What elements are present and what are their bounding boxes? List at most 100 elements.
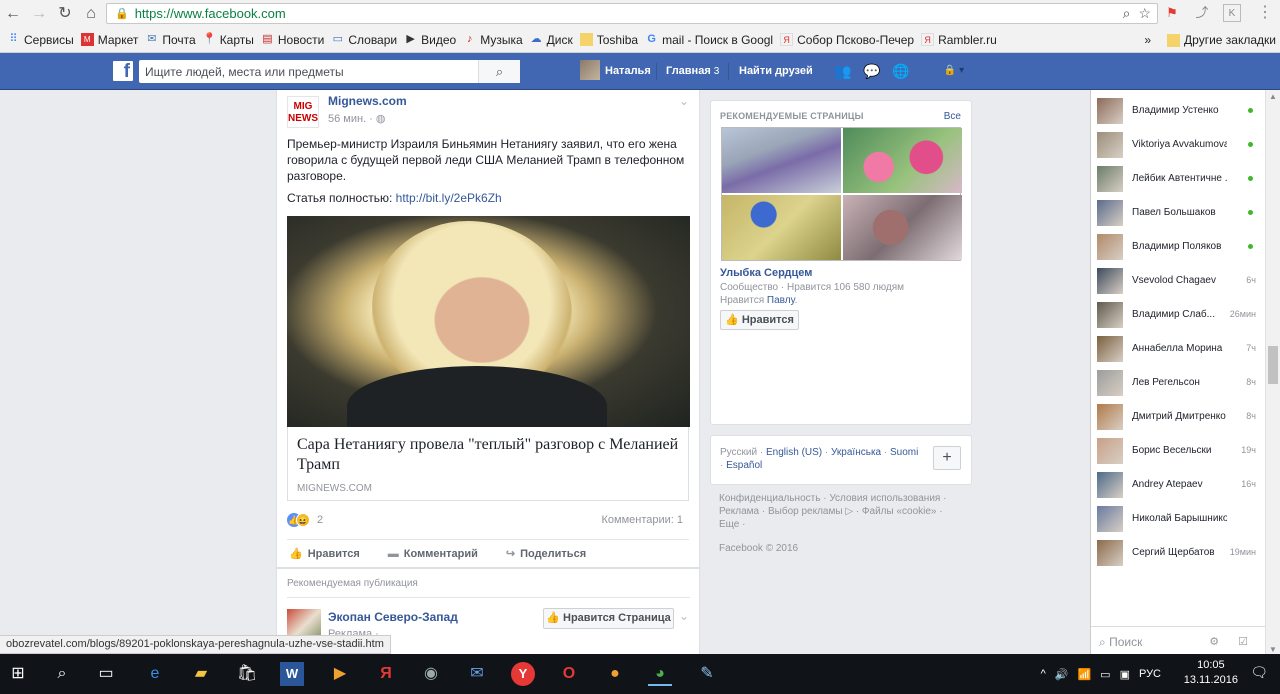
chat-contact[interactable]: Дмитрий Дмитренко 8ч [1091,400,1266,434]
page-photo[interactable] [722,195,841,260]
link-preview[interactable]: Сара Нетаниягу провела "теплый" разговор… [287,427,689,501]
notifications-globe-icon[interactable]: 🌐 [892,63,910,79]
battery-icon[interactable]: ▭ [1100,668,1110,681]
bookmark-music[interactable]: ♪ Музыка [463,33,523,47]
file-explorer-icon[interactable]: ▰ [189,662,213,686]
bookmark-video[interactable]: ▶ Видео [404,33,456,47]
search-icon[interactable]: ⌕ [50,662,74,686]
yandex-icon[interactable]: Y [511,662,535,686]
menu-icon[interactable]: ⋮ [1256,4,1274,22]
profile-link[interactable]: Наталья [580,53,651,90]
chat-settings-icon[interactable]: ⚙ ☑ [1209,635,1256,648]
find-friends-link[interactable]: Найти друзей [739,53,813,90]
bookmark-rambler[interactable]: Я Rambler.ru [921,33,997,47]
display-icon[interactable]: ▣ [1120,668,1130,681]
chat-contact[interactable]: Павел Большаков [1091,196,1266,230]
page-scrollbar[interactable]: ▲ ▼ [1265,90,1280,656]
account-settings-icon[interactable]: 🔒 ▾ [935,63,973,79]
chat-contact[interactable]: Владимир Устенко [1091,94,1266,128]
see-all-link[interactable]: Все [944,111,961,122]
flag-extension-icon[interactable]: ⚑ [1163,4,1181,22]
media-player-icon[interactable]: ▶ [328,662,352,686]
messages-icon[interactable]: 💬 [863,63,881,79]
suggested-page-photos[interactable] [721,127,962,261]
suggested-page-name[interactable]: Улыбка Сердцем [720,267,962,279]
bookmark-news[interactable]: ▤ Новости [261,33,324,47]
footer-links[interactable]: Конфиденциальность · Условия использован… [710,492,972,531]
tray-expand-icon[interactable]: ^ [1041,668,1046,680]
bookmark-toshiba[interactable]: Toshiba [579,33,638,47]
chevron-down-icon[interactable]: ⌄ [679,609,689,623]
scroll-down-icon[interactable]: ▼ [1269,645,1277,654]
link-title[interactable]: Сара Нетаниягу провела "теплый" разговор… [297,435,679,475]
post-image[interactable] [287,216,690,427]
comments-count[interactable]: Комментарии: 1 [601,514,683,526]
page-photo[interactable] [722,128,841,193]
network-icon[interactable]: 📶 [1077,668,1091,681]
search-input[interactable] [139,64,479,79]
like-button[interactable]: 👍 Нравится [289,547,360,560]
page-photo[interactable] [843,128,962,193]
windows-start-icon[interactable]: ⊞ [6,662,30,686]
more-languages-button[interactable]: + [933,446,961,470]
chat-contact[interactable]: Viktoriya Avvakumova [1091,128,1266,162]
other-bookmarks[interactable]: Другие закладки [1167,33,1276,47]
like-page-button[interactable]: 👍 Нравится [720,310,799,330]
bookmark-dictionaries[interactable]: ▭ Словари [331,33,397,47]
action-center-icon[interactable]: 🗨 [1250,664,1268,681]
sponsored-page-name[interactable]: Экопан Северо-Запад [328,610,458,624]
chat-contact[interactable]: Борис Весельски 19ч [1091,434,1266,468]
share-button[interactable]: ↪ Поделиться [506,547,586,560]
reload-icon[interactable]: ↻ [52,0,78,27]
task-view-icon[interactable]: ▭ [94,662,118,686]
edge-browser-icon[interactable]: e [143,662,167,686]
home-icon[interactable]: ⌂ [78,0,104,27]
bookmark-google-search[interactable]: Gmail - Поиск в Googl [645,33,773,47]
bookmark-star-icon[interactable]: ☆ [1138,5,1151,22]
bookmark-disk[interactable]: ☁ Диск [530,33,573,47]
chat-contact[interactable]: Andrey Atepaev 16ч [1091,468,1266,502]
yandex-browser-icon[interactable]: Я [374,662,398,686]
haha-reaction-icon[interactable]: 😆 [296,513,310,527]
friend-requests-icon[interactable]: 👥 [834,63,852,79]
page-photo[interactable] [843,195,962,260]
clock[interactable]: 10:05 13.11.2016 [1184,658,1238,688]
search-icon[interactable]: ⌕ [478,60,520,83]
chat-contact[interactable]: Vsevolod Chagaev 6ч [1091,264,1266,298]
chat-contact[interactable]: Лев Регельсон 8ч [1091,366,1266,400]
scroll-up-icon[interactable]: ▲ [1269,92,1277,101]
home-link[interactable]: Главная 3 [666,53,719,90]
bookmark-sobor[interactable]: Я Собор Псково-Печер [780,33,914,47]
lang-uk[interactable]: Українська [831,447,881,458]
zoom-icon[interactable]: ⌕ [1123,5,1131,22]
friend-link[interactable]: Павлу [767,295,795,306]
comment-button[interactable]: ▬ Комментарий [388,548,478,560]
mail-icon[interactable]: ✉ [465,662,489,686]
chat-contact[interactable]: Сергий Щербатов 19мин [1091,536,1266,570]
post-link[interactable]: http://bit.ly/2ePk6Zh [396,191,502,205]
bookmark-services[interactable]: ⠿ Сервисы [7,33,73,47]
bookmark-mail[interactable]: ✉ Почта [145,33,195,47]
bookmark-maps[interactable]: 📍 Карты [203,33,254,47]
store-icon[interactable]: 🛍 [235,662,259,686]
bookmarks-overflow-button[interactable]: » [1144,33,1151,47]
lang-es[interactable]: Español [726,460,762,471]
address-bar[interactable]: 🔒 https://www.facebook.com ⌕ ☆ [106,3,1158,24]
chat-contact[interactable]: Владимир Слаб... 26мин [1091,298,1266,332]
scroll-thumb[interactable] [1268,346,1278,384]
app-circle-icon[interactable]: ◉ [419,662,443,686]
facebook-logo-icon[interactable]: f [113,61,133,82]
reaction-count[interactable]: 2 [317,514,323,526]
opera-icon[interactable]: O [557,662,581,686]
bookmark-market[interactable]: M Маркет [80,33,138,47]
lang-fi[interactable]: Suomi [890,447,918,458]
chat-contact[interactable]: Николай Барышников [1091,502,1266,536]
forward-arrow-icon[interactable]: → [26,0,52,27]
like-page-button[interactable]: 👍 Нравится Страница [543,608,674,629]
back-arrow-icon[interactable]: ← [0,0,26,27]
volume-icon[interactable]: 🔊 [1055,668,1069,681]
facebook-search[interactable]: ⌕ [139,60,520,83]
post-timestamp[interactable]: 56 мин. · ◍ [328,112,386,125]
lang-en[interactable]: English (US) [766,447,822,458]
keyboard-language[interactable]: РУС [1139,668,1161,680]
